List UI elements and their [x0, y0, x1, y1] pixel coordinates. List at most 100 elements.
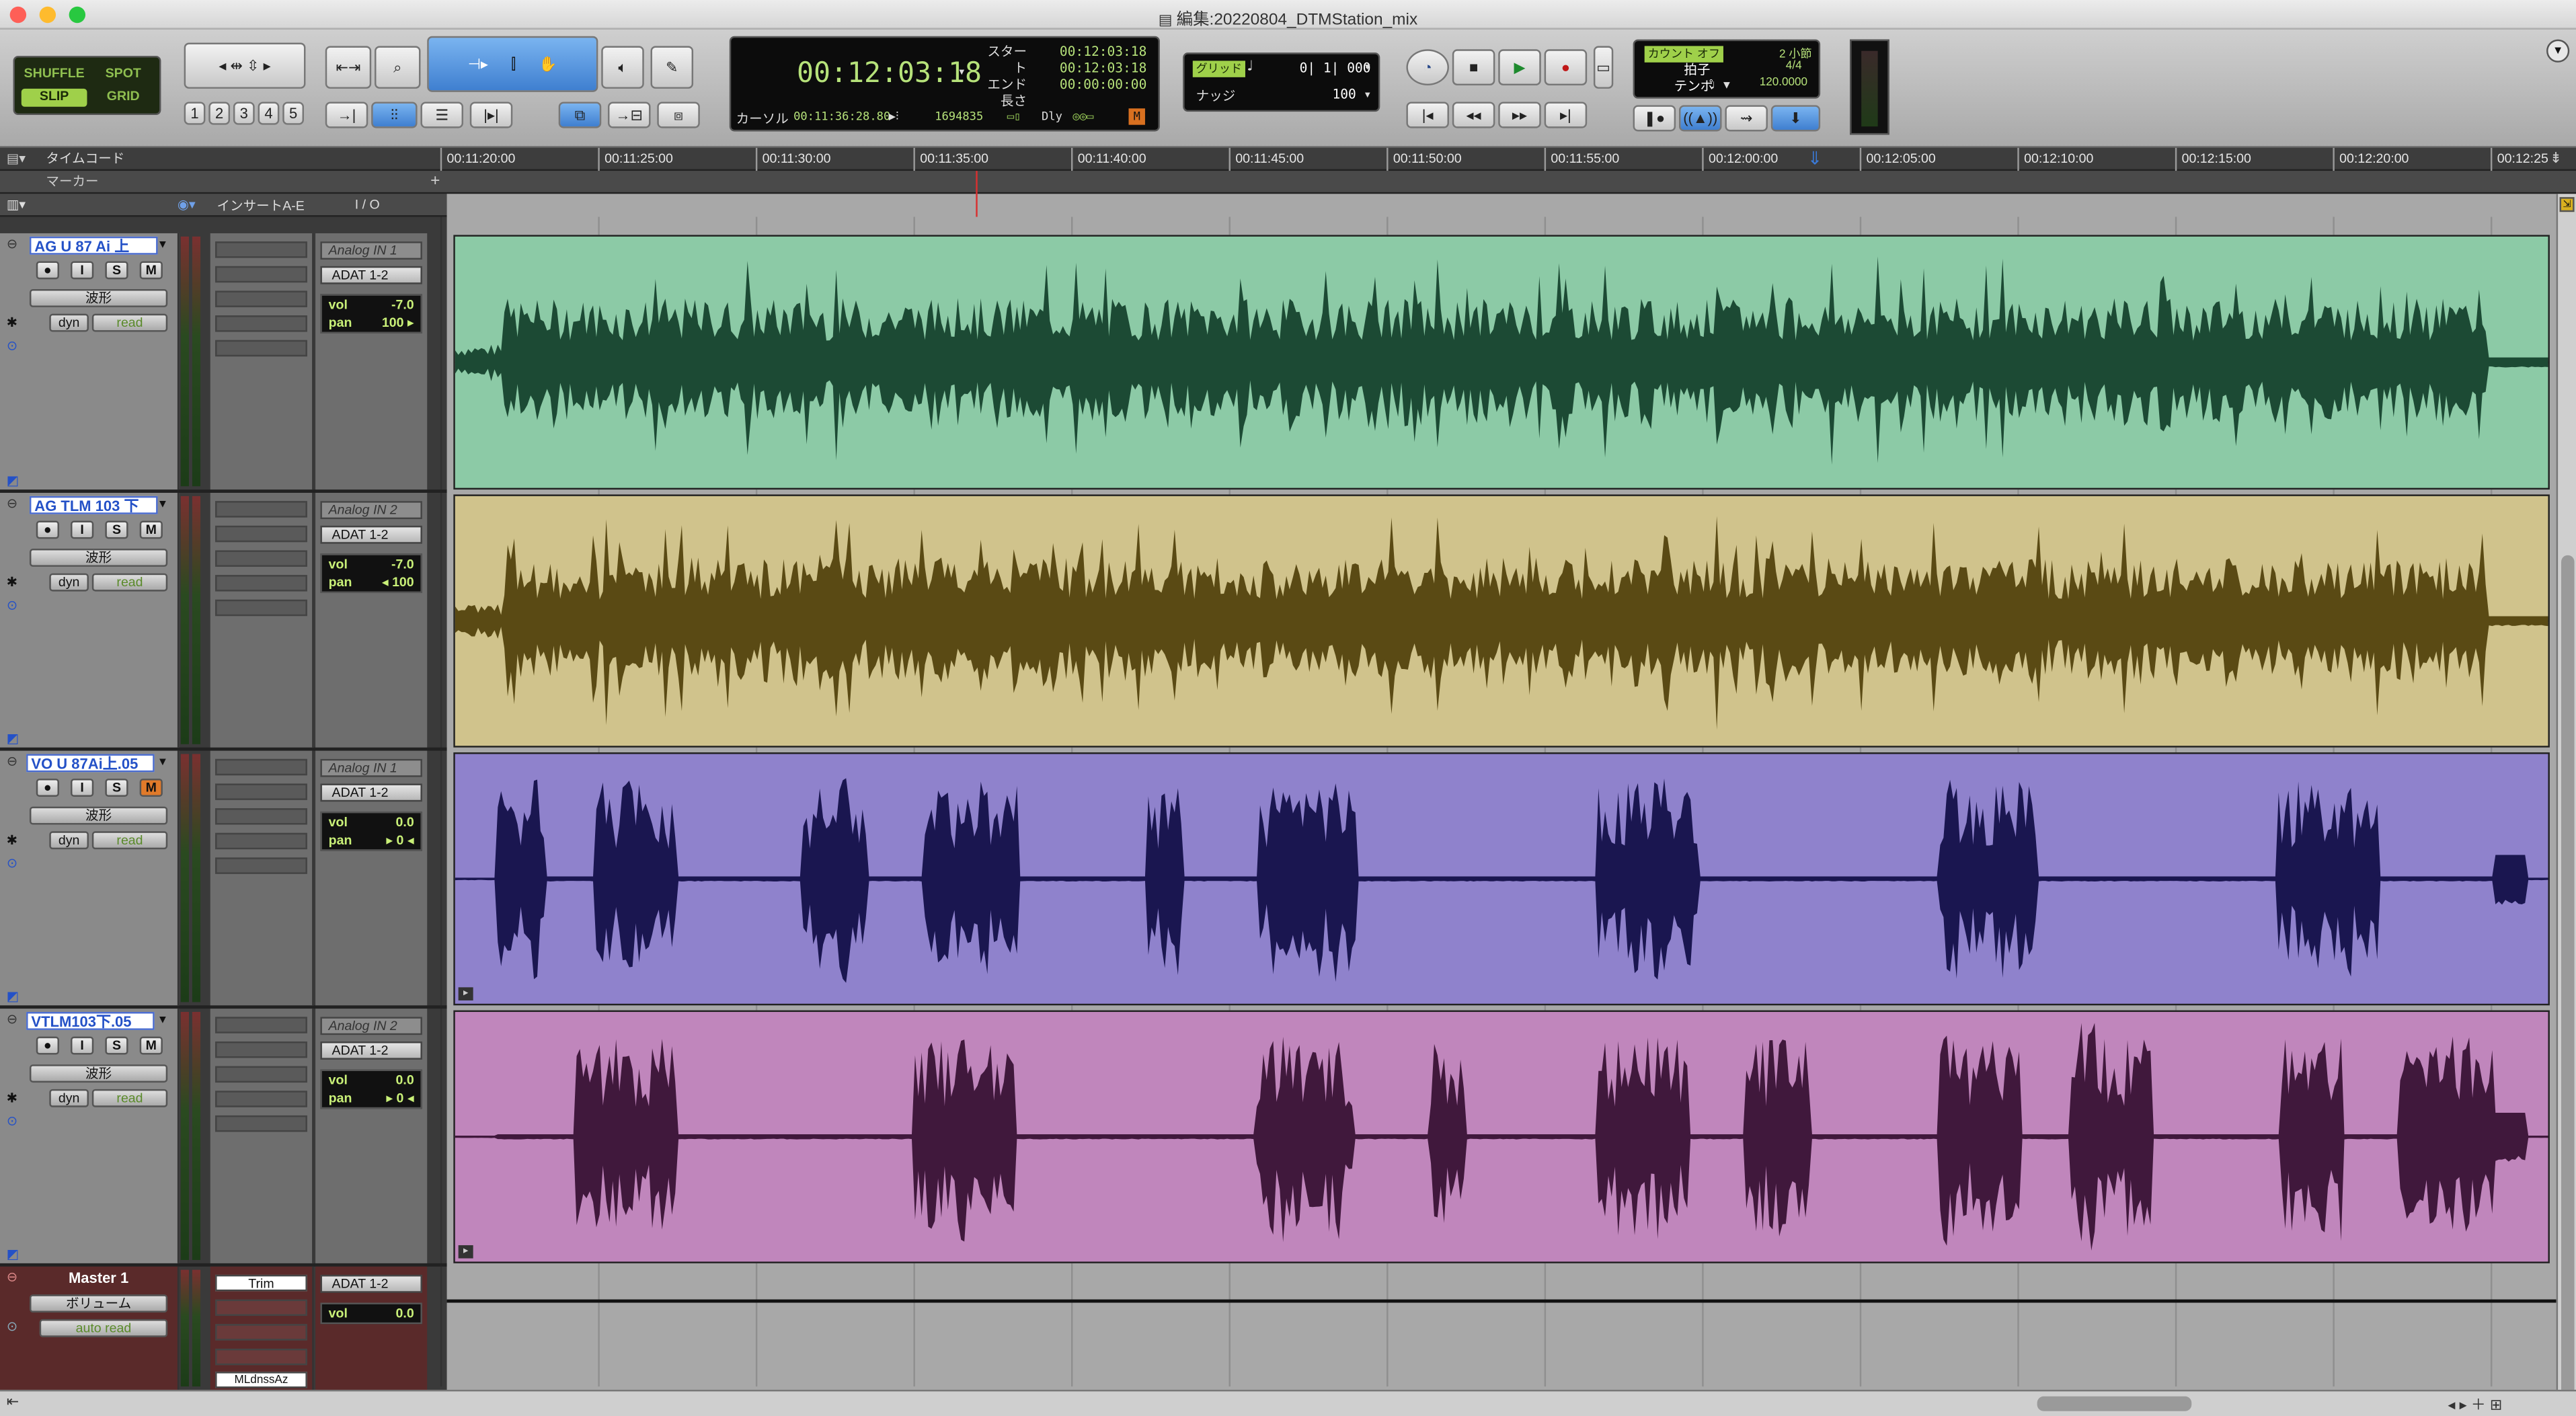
- track-dropdown-icon[interactable]: ▾: [159, 1012, 166, 1027]
- tab-to-transient-button[interactable]: →|: [325, 102, 368, 128]
- volume-pan-readout[interactable]: vol -7.0 pan ◂ 100: [320, 553, 422, 594]
- insert-slot[interactable]: [215, 1017, 307, 1033]
- smart-tool-group[interactable]: ⊣▸ ⫿ ✋: [427, 36, 598, 92]
- playhead-marker-icon[interactable]: ⇓: [1807, 148, 1823, 171]
- track-name[interactable]: VTLM103下.05: [26, 1012, 155, 1030]
- insert-slot[interactable]: [215, 315, 307, 332]
- track-name[interactable]: AG TLM 103 下: [29, 496, 158, 514]
- column-options-icon[interactable]: ◉▾: [178, 197, 196, 212]
- pan-value[interactable]: ▸ 0 ◂: [386, 1089, 414, 1107]
- toolbar-menu-icon[interactable]: ▾: [2546, 39, 2570, 63]
- input-selector[interactable]: Analog IN 2: [320, 501, 422, 520]
- audio-clip[interactable]: ▸: [453, 1010, 2550, 1263]
- length-value[interactable]: 00:00:00:00: [1060, 77, 1146, 93]
- zoom-preset-2[interactable]: 2: [208, 102, 231, 125]
- track-expand-icon[interactable]: ⊖: [7, 496, 17, 511]
- zoom-toggle-icon[interactable]: ⇲: [2559, 197, 2575, 212]
- play-button[interactable]: ▶: [1498, 49, 1541, 86]
- insert-slot[interactable]: [215, 1115, 307, 1132]
- track-view-selector[interactable]: 波形: [29, 806, 168, 825]
- pencil-tool-button[interactable]: ✎: [650, 46, 694, 89]
- zoom-buttons[interactable]: ◂ ⇹ ⇳ ▸: [184, 42, 306, 89]
- insert-slot[interactable]: [215, 783, 307, 800]
- insert-slot[interactable]: [215, 575, 307, 592]
- track-dropdown-icon[interactable]: ▾: [159, 754, 166, 769]
- insert-slot[interactable]: [215, 599, 307, 617]
- track-dropdown-icon[interactable]: ▾: [159, 496, 166, 511]
- slip-mode-button[interactable]: SLIP: [21, 88, 87, 107]
- mute-button[interactable]: M: [139, 261, 163, 280]
- link-track-button[interactable]: ☰: [420, 102, 463, 128]
- mute-button-active[interactable]: M: [139, 779, 163, 797]
- meter-value[interactable]: 4/4: [1786, 61, 1802, 72]
- main-counter[interactable]: 00:12:03:18: [797, 58, 982, 91]
- mute-button[interactable]: M: [139, 520, 163, 539]
- volume-pan-readout[interactable]: vol -7.0 pan 100 ▸: [320, 294, 422, 333]
- shuffle-mode-button[interactable]: SHUFFLE: [22, 66, 87, 81]
- timebase-icon[interactable]: ⊙: [7, 338, 17, 353]
- midi-merge-button[interactable]: ⇝: [1725, 105, 1768, 132]
- grid-dropdown-icon[interactable]: ▾: [1364, 59, 1372, 74]
- audio-clip[interactable]: [453, 235, 2550, 490]
- solo-button[interactable]: S: [105, 520, 128, 539]
- window-config-button[interactable]: ⧈: [657, 102, 700, 128]
- track-expand-icon[interactable]: ⊖: [7, 754, 17, 769]
- insert-slot[interactable]: [215, 758, 307, 776]
- online-button[interactable]: ◔: [1406, 49, 1449, 86]
- scroll-arrows-icon[interactable]: ◂ ▸ ＋ ⊞: [2448, 1393, 2502, 1415]
- vol-value[interactable]: 0.0: [396, 1304, 414, 1323]
- solo-button[interactable]: S: [105, 261, 128, 280]
- insert-slot[interactable]: [215, 1348, 307, 1366]
- scrubber-tool-button[interactable]: 🔈︎: [601, 46, 644, 89]
- insert-slot[interactable]: [215, 241, 307, 258]
- stop-button[interactable]: ■: [1452, 49, 1495, 86]
- track-name[interactable]: AG U 87 Ai 上: [29, 236, 158, 255]
- wait-for-note-button[interactable]: ❚●: [1633, 105, 1676, 132]
- input-monitor-button[interactable]: I: [71, 520, 94, 539]
- volume-pan-readout[interactable]: vol 0.0 pan ▸ 0 ◂: [320, 811, 422, 851]
- output-selector[interactable]: ADAT 1-2: [320, 1041, 422, 1060]
- resize-handle-icon[interactable]: ◩: [7, 731, 19, 746]
- count-off-label[interactable]: カウント オフ: [1644, 46, 1723, 63]
- record-enable-button[interactable]: ●: [36, 520, 59, 539]
- start-value[interactable]: 00:12:03:18: [1060, 44, 1146, 61]
- nudge-value[interactable]: 100: [1332, 87, 1356, 102]
- input-selector[interactable]: Analog IN 2: [320, 1017, 422, 1035]
- tempo-value[interactable]: 120.0000: [1760, 77, 1807, 89]
- pan-value[interactable]: ◂ 100: [382, 574, 414, 592]
- master-view-selector[interactable]: ボリューム: [29, 1294, 168, 1313]
- fast-forward-button[interactable]: ▸▸: [1498, 102, 1541, 128]
- insert-slot[interactable]: [215, 550, 307, 567]
- automation-mode-selector[interactable]: read: [91, 1089, 168, 1107]
- insert-trim[interactable]: Trim: [215, 1274, 307, 1292]
- insert-slot[interactable]: [215, 808, 307, 825]
- insert-slot[interactable]: [215, 1299, 307, 1316]
- master-name[interactable]: Master 1: [30, 1270, 167, 1286]
- vertical-scrollbar[interactable]: ⇲: [2556, 194, 2576, 1410]
- automation-mode-selector[interactable]: read: [91, 313, 168, 332]
- master-volume-readout[interactable]: vol 0.0: [320, 1302, 422, 1325]
- insertion-follows-button[interactable]: |▸|: [469, 102, 513, 128]
- clip-fade-icon[interactable]: ▸: [458, 987, 473, 1000]
- insert-mldnssaz[interactable]: MLdnssAz: [215, 1372, 307, 1388]
- input-selector[interactable]: Analog IN 1: [320, 758, 422, 777]
- track-name[interactable]: VO U 87Ai上.05: [26, 754, 155, 773]
- track-view-selector[interactable]: 波形: [29, 1064, 168, 1083]
- zoom-preset-5[interactable]: 5: [282, 102, 304, 125]
- insert-slot[interactable]: [215, 1041, 307, 1058]
- master-volume-line[interactable]: [446, 1299, 2557, 1303]
- timecode-ruler[interactable]: ▤▾ タイムコード 00:11:20:00 00:11:25:00 00:11:…: [0, 147, 2576, 171]
- audio-clip[interactable]: [453, 494, 2550, 748]
- grid-label[interactable]: グリッド: [1192, 61, 1245, 77]
- go-to-end-button[interactable]: ▸|: [1544, 102, 1588, 128]
- metronome-button[interactable]: ((▲)): [1678, 105, 1722, 132]
- nudge-dropdown-icon[interactable]: ▾: [1364, 87, 1372, 102]
- rewind-button[interactable]: ◂◂: [1452, 102, 1495, 128]
- zoomer-tool-button[interactable]: ⌕: [375, 46, 421, 89]
- record-enable-button[interactable]: ●: [36, 1036, 59, 1055]
- insert-slot[interactable]: [215, 340, 307, 357]
- ruler-menu-icon[interactable]: ▤▾: [7, 151, 43, 167]
- grid-mode-button[interactable]: GRID: [93, 89, 153, 104]
- zoomer-mode-button[interactable]: ⇤⇥: [325, 46, 372, 89]
- input-monitor-button[interactable]: I: [71, 261, 94, 280]
